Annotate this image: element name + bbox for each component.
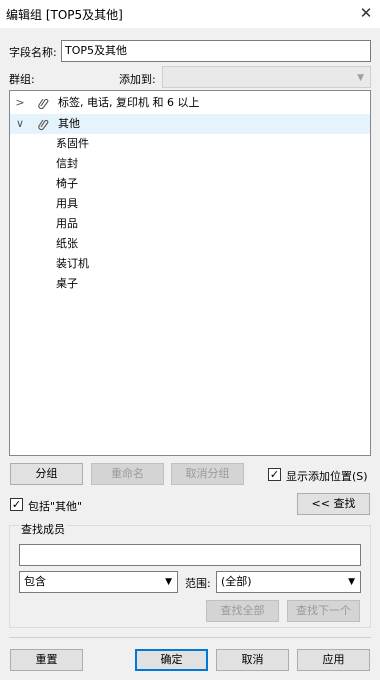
field-name-label: 字段名称:: [9, 46, 57, 59]
chevron-down-icon[interactable]: ∨: [14, 114, 26, 134]
scope-label: 范围:: [185, 577, 211, 590]
tree-group-row[interactable]: > 标签, 电话, 复印机 和 6 以上: [10, 93, 370, 113]
group-button[interactable]: 分组: [10, 463, 83, 485]
tree-member-item[interactable]: 装订机: [56, 254, 89, 274]
show-add-position-label[interactable]: 显示添加位置(S): [286, 468, 368, 484]
cancel-button[interactable]: 取消: [216, 649, 289, 671]
dropdown-arrow-icon: ▼: [357, 73, 364, 83]
window-title: 编辑组 [TOP5及其他]: [6, 8, 123, 22]
paperclip-icon: [36, 114, 50, 134]
tree-member-item[interactable]: 纸张: [56, 234, 78, 254]
dropdown-arrow-icon: ▼: [348, 577, 355, 587]
tree-member-item[interactable]: 用品: [56, 214, 78, 234]
tree-member-item[interactable]: 用具: [56, 194, 78, 214]
reset-button[interactable]: 重置: [10, 649, 83, 671]
group-label: 群组:: [9, 73, 35, 86]
apply-button[interactable]: 应用: [297, 649, 370, 671]
tree-member-item[interactable]: 信封: [56, 154, 78, 174]
include-other-checkbox[interactable]: ✓: [10, 498, 23, 511]
find-members-title: 查找成员: [19, 521, 67, 537]
chevron-right-icon[interactable]: >: [14, 93, 26, 113]
match-mode-value: 包含: [24, 575, 46, 588]
field-name-input[interactable]: TOP5及其他: [61, 40, 371, 62]
add-to-label: 添加到:: [119, 73, 156, 86]
tree-member-item[interactable]: 系固件: [56, 134, 89, 154]
separator: [9, 637, 371, 638]
find-query-input[interactable]: [19, 544, 361, 566]
checkmark-icon: ✓: [269, 468, 280, 481]
tree-group-label: 标签, 电话, 复印机 和 6 以上: [58, 96, 200, 109]
title-bar: 编辑组 [TOP5及其他] ✕: [0, 0, 380, 28]
checkmark-icon: ✓: [11, 498, 22, 511]
paperclip-icon: [36, 93, 50, 113]
close-icon[interactable]: ✕: [356, 3, 376, 23]
find-all-button[interactable]: 查找全部: [206, 600, 279, 622]
match-mode-select[interactable]: 包含 ▼: [19, 571, 178, 593]
scope-value: (全部): [221, 575, 252, 588]
find-next-button[interactable]: 查找下一个: [287, 600, 360, 622]
add-to-dropdown: ▼: [162, 66, 371, 88]
dropdown-arrow-icon: ▼: [165, 577, 172, 587]
scope-select[interactable]: (全部) ▼: [216, 571, 361, 593]
group-tree[interactable]: > 标签, 电话, 复印机 和 6 以上 ∨ 其他 系固件 信封 椅子 用具 用…: [9, 90, 371, 456]
tree-member-item[interactable]: 桌子: [56, 274, 78, 294]
tree-member-item[interactable]: 椅子: [56, 174, 78, 194]
tree-group-row-selected[interactable]: ∨ 其他: [10, 114, 370, 134]
include-other-label[interactable]: 包括"其他": [28, 498, 82, 514]
ok-button[interactable]: 确定: [135, 649, 208, 671]
show-add-position-checkbox[interactable]: ✓: [268, 468, 281, 481]
find-toggle-button[interactable]: << 查找: [297, 493, 370, 515]
ungroup-button[interactable]: 取消分组: [171, 463, 244, 485]
rename-button[interactable]: 重命名: [91, 463, 164, 485]
tree-group-label: 其他: [58, 117, 80, 130]
